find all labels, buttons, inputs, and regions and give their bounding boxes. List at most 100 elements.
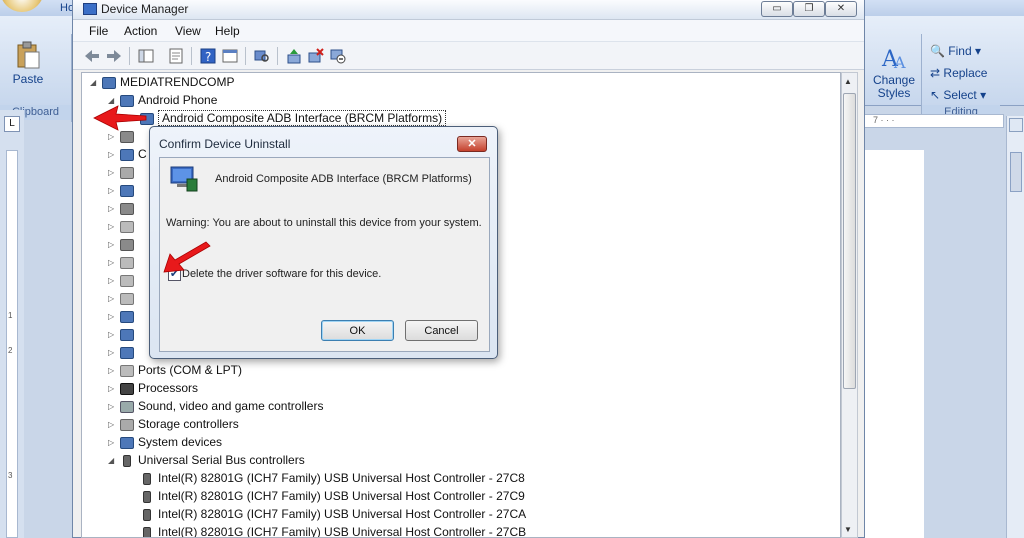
tree-collapsed-item[interactable]: ▷ (108, 271, 138, 289)
menu-view[interactable]: View (175, 24, 201, 38)
tree-usb-child[interactable]: Intel(R) 82801G (ICH7 Family) USB Univer… (128, 523, 526, 537)
back-icon[interactable] (83, 47, 101, 65)
dialog-title-bar[interactable]: Confirm Device Uninstall ✕ (150, 127, 497, 157)
expand-arrow-icon[interactable]: ▷ (108, 344, 118, 362)
document-page[interactable] (864, 150, 924, 538)
tree-root[interactable]: ◢ MEDIATRENDCOMP (90, 73, 234, 91)
show-hide-tree-icon[interactable] (137, 47, 155, 65)
expand-arrow-icon[interactable]: ▷ (108, 164, 118, 182)
minimize-button[interactable]: ▭ (761, 1, 793, 17)
computer-icon (102, 76, 116, 89)
uninstall-icon[interactable] (307, 47, 325, 65)
tree-adb-device[interactable]: Android Composite ADB Interface (BRCM Pl… (128, 109, 447, 127)
network-adapter-icon (120, 328, 134, 341)
expand-arrow-icon[interactable]: ▷ (108, 182, 118, 200)
menu-help[interactable]: Help (215, 24, 240, 38)
help-icon[interactable]: ? (199, 47, 217, 65)
expand-arrow-icon[interactable]: ▷ (108, 416, 118, 434)
expand-arrow-icon[interactable]: ▷ (108, 308, 118, 326)
tree-usb-child[interactable]: Intel(R) 82801G (ICH7 Family) USB Univer… (128, 487, 525, 505)
expand-arrow-icon[interactable]: ▷ (108, 254, 118, 272)
collapse-arrow-icon[interactable]: ◢ (90, 74, 100, 92)
portable-device-icon (120, 346, 134, 359)
toolbar-separator (191, 47, 192, 65)
tree-collapsed-item[interactable]: ▷ (108, 235, 138, 253)
expand-arrow-icon[interactable]: ▷ (108, 434, 118, 452)
replace-button[interactable]: ⇄ Replace (930, 66, 987, 80)
editing-group: 🔍 Find ▾ ⇄ Replace ↖ Select ▾ Editing (922, 34, 1000, 122)
tree-sound[interactable]: ▷ Sound, video and game controllers (108, 397, 323, 415)
tree-vertical-scrollbar[interactable]: ▲ ▼ (841, 72, 858, 538)
expand-arrow-icon[interactable]: ▷ (108, 200, 118, 218)
tree-storage[interactable]: ▷ Storage controllers (108, 415, 239, 433)
tree-collapsed-item[interactable]: ▷ C (108, 145, 147, 163)
tree-usb-label: Universal Serial Bus controllers (138, 453, 305, 467)
device-manager-title-bar[interactable]: Device Manager ▭ ❐ ✕ (73, 0, 864, 20)
hruler-mark: 7 · · · (873, 115, 895, 125)
expand-arrow-icon[interactable]: ▷ (108, 398, 118, 416)
system-icon (120, 436, 134, 449)
update-driver-icon[interactable] (285, 47, 303, 65)
tree-usb[interactable]: ◢ Universal Serial Bus controllers (108, 451, 305, 469)
expand-arrow-icon[interactable]: ▷ (108, 326, 118, 344)
replace-icon: ⇄ (930, 66, 941, 80)
word-vertical-scrollbar[interactable] (1006, 116, 1024, 538)
tree-collapsed-item[interactable]: ▷ (108, 307, 138, 325)
imaging-device-icon (120, 238, 134, 251)
disable-icon[interactable] (329, 47, 347, 65)
computer-icon (120, 148, 134, 161)
dialog-close-button[interactable]: ✕ (457, 136, 487, 152)
forward-icon[interactable] (105, 47, 123, 65)
expand-arrow-icon[interactable]: ▷ (108, 146, 118, 164)
restore-button[interactable]: ❐ (793, 1, 825, 17)
tree-ports[interactable]: ▷ Ports (COM & LPT) (108, 361, 242, 379)
collapse-arrow-icon[interactable]: ◢ (108, 452, 118, 470)
properties-icon[interactable] (167, 47, 185, 65)
find-icon: 🔍 (930, 44, 945, 58)
tab-selector-icon[interactable]: L (4, 116, 20, 132)
ok-button[interactable]: OK (321, 320, 394, 341)
close-button[interactable]: ✕ (825, 1, 857, 17)
expand-arrow-icon[interactable]: ▷ (108, 362, 118, 380)
tree-scroll-thumb[interactable] (843, 93, 856, 389)
usb-icon (143, 508, 151, 521)
menu-file[interactable]: File (89, 24, 108, 38)
tree-collapsed-item[interactable]: ▷ (108, 343, 138, 361)
tree-collapsed-item[interactable]: ▷ (108, 199, 138, 217)
cancel-button[interactable]: Cancel (405, 320, 478, 341)
tree-collapsed-item[interactable]: ▷ (108, 217, 138, 235)
change-styles-button[interactable]: AA Change Styles (868, 42, 920, 100)
tree-collapsed-item[interactable]: ▷ (108, 325, 138, 343)
storage-icon (120, 418, 134, 431)
tree-usb-child[interactable]: Intel(R) 82801G (ICH7 Family) USB Univer… (128, 505, 526, 523)
expand-arrow-icon[interactable]: ▷ (108, 236, 118, 254)
scroll-up-icon[interactable]: ▲ (844, 77, 852, 86)
expand-arrow-icon[interactable]: ▷ (108, 218, 118, 236)
expand-arrow-icon[interactable]: ▷ (108, 290, 118, 308)
toolbar: ? (73, 42, 864, 70)
orb-icon[interactable] (0, 0, 44, 12)
tree-system[interactable]: ▷ System devices (108, 433, 222, 451)
styles-group: AA Change Styles (864, 34, 922, 122)
svg-text:A: A (893, 53, 906, 72)
find-button[interactable]: 🔍 Find ▾ (930, 44, 981, 58)
toolbar-separator (129, 47, 130, 65)
dvd-drive-icon (120, 202, 134, 215)
ruler-toggle-icon[interactable] (1009, 118, 1023, 132)
tree-processors[interactable]: ▷ Processors (108, 379, 198, 397)
console-icon[interactable] (221, 47, 239, 65)
select-button[interactable]: ↖ Select ▾ (930, 88, 986, 102)
tree-usb-child[interactable]: Intel(R) 82801G (ICH7 Family) USB Univer… (128, 469, 525, 487)
tree-collapsed-item[interactable]: ▷ (108, 181, 138, 199)
scan-icon[interactable] (253, 47, 271, 65)
scroll-down-icon[interactable]: ▼ (844, 525, 852, 534)
tree-collapsed-item[interactable]: ▷ (108, 253, 138, 271)
tree-collapsed-item[interactable]: ▷ (108, 163, 138, 181)
expand-arrow-icon[interactable]: ▷ (108, 272, 118, 290)
word-scroll-thumb[interactable] (1010, 152, 1022, 192)
tree-collapsed-item[interactable]: ▷ (108, 289, 138, 307)
paste-button[interactable]: Paste (6, 40, 50, 86)
expand-arrow-icon[interactable]: ▷ (108, 380, 118, 398)
menu-action[interactable]: Action (124, 24, 157, 38)
toolbar-separator (277, 47, 278, 65)
